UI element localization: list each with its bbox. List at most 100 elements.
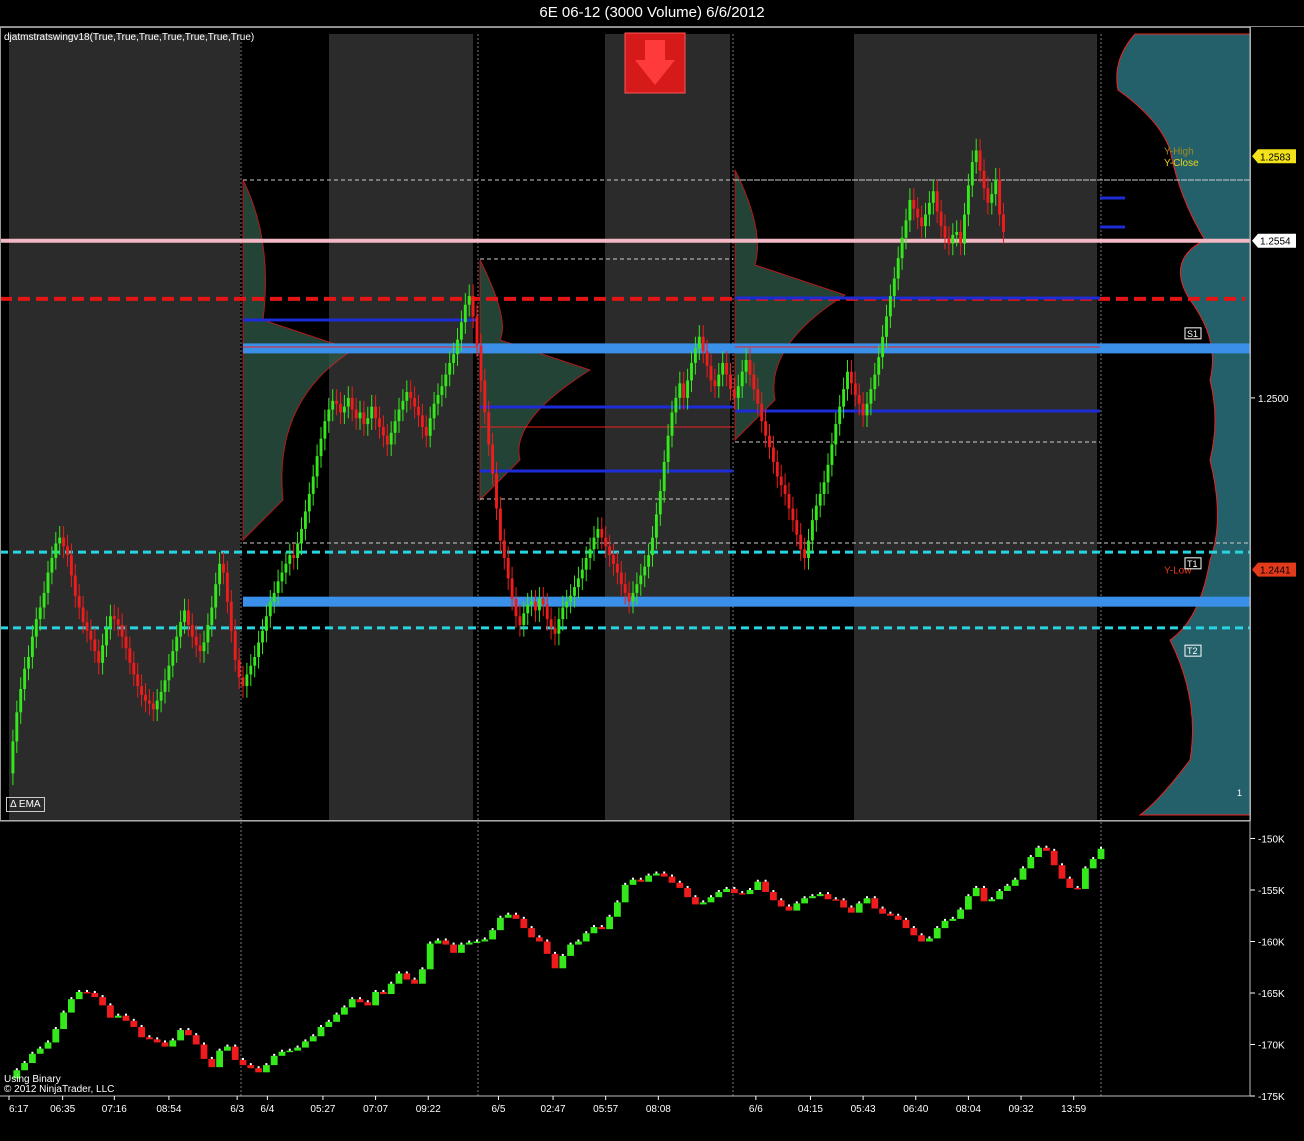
delta-candle xyxy=(910,928,918,936)
delta-candle-tick xyxy=(132,1018,135,1021)
delta-candle-tick xyxy=(585,931,588,934)
price-candle xyxy=(697,336,701,349)
delta-candle-tick xyxy=(1045,845,1048,848)
delta-candle xyxy=(434,940,442,944)
delta-candle xyxy=(949,918,957,921)
delta-candle-tick xyxy=(1068,876,1071,879)
price-candle xyxy=(744,360,748,372)
delta-candle-tick xyxy=(866,896,868,899)
delta-candle-tick xyxy=(405,971,408,974)
price-candle xyxy=(924,214,927,227)
delta-candle xyxy=(309,1036,317,1042)
delta-candle-tick xyxy=(530,926,533,929)
delta-candle xyxy=(1082,868,1089,889)
price-candle xyxy=(108,616,112,628)
price-candle xyxy=(202,642,206,652)
price-candle xyxy=(42,592,46,608)
delta-candle-tick xyxy=(1053,848,1056,851)
price-axis-label: 1.2500 xyxy=(1258,394,1289,405)
session-shade xyxy=(9,34,240,820)
delta-candle xyxy=(387,983,395,995)
delta-candle xyxy=(263,1065,270,1073)
delta-candle xyxy=(153,1039,161,1043)
delta-candle-tick xyxy=(343,1005,346,1008)
price-candle xyxy=(853,383,857,395)
price-candle xyxy=(366,418,370,425)
delta-candle xyxy=(668,876,676,883)
price-candle xyxy=(448,362,452,375)
delta-candle xyxy=(731,888,738,894)
price-candle xyxy=(873,374,877,390)
delta-candle-tick xyxy=(444,938,447,941)
delta-candle xyxy=(278,1051,286,1056)
delta-candle xyxy=(489,930,496,940)
price-candle xyxy=(553,627,557,634)
price-candle xyxy=(584,558,588,570)
price-candle xyxy=(569,595,573,602)
price-candle xyxy=(518,616,522,625)
price-candle xyxy=(389,432,393,445)
price-candle xyxy=(760,403,764,422)
price-candle xyxy=(194,636,198,646)
price-candle xyxy=(974,150,978,163)
delta-candle xyxy=(286,1050,294,1053)
price-candle xyxy=(963,214,966,244)
price-candle xyxy=(647,555,651,567)
delta-candle-tick xyxy=(257,1066,260,1069)
price-candle xyxy=(838,406,842,425)
delta-candle xyxy=(855,903,863,913)
price-candle xyxy=(549,619,553,628)
delta-candle xyxy=(621,884,629,903)
delta-candle xyxy=(255,1068,262,1073)
delta-candle-tick xyxy=(803,896,806,899)
delta-candle-tick xyxy=(507,912,510,915)
price-candle xyxy=(128,648,132,663)
delta-candle-tick xyxy=(632,877,634,880)
delta-candle xyxy=(146,1037,153,1040)
price-candle xyxy=(877,357,881,375)
delta-candle-tick xyxy=(944,918,946,921)
delta-candle-tick xyxy=(351,997,354,1000)
price-candle xyxy=(463,304,467,323)
time-axis-label: 05:43 xyxy=(851,1104,876,1115)
price-candle xyxy=(908,199,912,221)
price-candle xyxy=(124,636,128,649)
delta-candle xyxy=(809,896,816,899)
delta-candle-tick xyxy=(678,880,681,883)
price-candle xyxy=(787,493,791,509)
price-candle xyxy=(534,601,537,611)
delta-candle-tick xyxy=(265,1063,268,1066)
delta-candle-tick xyxy=(437,938,439,941)
delta-candle xyxy=(481,939,489,942)
ema-toggle-button[interactable]: Δ EMA xyxy=(6,797,45,812)
price-candle xyxy=(69,555,73,576)
delta-candle xyxy=(684,887,691,898)
price-candle xyxy=(600,528,604,538)
price-candle xyxy=(50,558,54,573)
time-axis-label: 13:59 xyxy=(1061,1104,1086,1115)
delta-candle-tick xyxy=(554,951,556,954)
price-candle xyxy=(822,482,826,494)
delta-candle-tick xyxy=(975,885,978,888)
level-tag-label: T1 xyxy=(1187,559,1198,569)
price-candle xyxy=(565,601,569,608)
delta-candle-tick xyxy=(1061,863,1063,866)
delta-candle-tick xyxy=(93,990,96,993)
delta-candle xyxy=(528,928,535,938)
price-candle xyxy=(432,403,436,419)
delta-candle xyxy=(52,1029,60,1043)
chart-canvas[interactable]: 1.25831.25541.2441Y-HighY-CloseY-LowS1T1… xyxy=(0,0,1304,1141)
delta-candle xyxy=(590,927,598,934)
delta-candle-tick xyxy=(140,1024,143,1027)
price-candle xyxy=(233,630,237,660)
price-candle xyxy=(288,555,292,564)
price-candle xyxy=(249,665,253,675)
price-candle xyxy=(483,380,487,413)
delta-candle xyxy=(380,991,387,995)
price-candle xyxy=(151,703,155,710)
price-candle xyxy=(296,543,300,558)
delta-candle-tick xyxy=(616,900,619,903)
time-axis-label: 06:40 xyxy=(903,1104,928,1115)
price-candle xyxy=(147,700,151,704)
price-candle xyxy=(631,592,635,602)
